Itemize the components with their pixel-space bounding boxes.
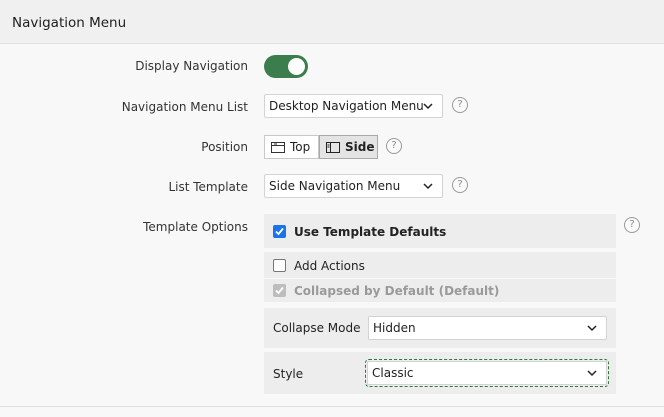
- display-navigation-toggle[interactable]: [264, 55, 308, 78]
- region-header: Navigation Menu: [0, 0, 664, 44]
- help-icon[interactable]: ?: [452, 97, 468, 113]
- chevron-down-icon: [423, 183, 433, 190]
- use-template-defaults-label: Use Template Defaults: [294, 225, 447, 239]
- collapse-mode-label: Collapse Mode: [273, 321, 361, 335]
- style-label: Style: [273, 367, 304, 381]
- style-select[interactable]: Classic: [365, 359, 609, 387]
- chevron-down-icon: [587, 370, 597, 377]
- position-top-label: Top: [290, 140, 311, 154]
- collapsed-by-default-checkbox: [273, 284, 286, 297]
- side-navigation-icon: [326, 142, 340, 153]
- list-template-value: Side Navigation Menu: [269, 179, 401, 193]
- list-template-select[interactable]: Side Navigation Menu: [264, 174, 443, 198]
- collapse-mode-select[interactable]: Hidden: [368, 316, 607, 340]
- help-icon[interactable]: ?: [624, 217, 640, 233]
- chevron-down-icon: [423, 103, 433, 110]
- help-icon[interactable]: ?: [386, 138, 402, 154]
- navigation-menu-list-select[interactable]: Desktop Navigation Menu: [264, 94, 443, 118]
- display-navigation-label: Display Navigation: [135, 59, 248, 73]
- style-group: Style Classic: [264, 352, 616, 394]
- position-label: Position: [201, 140, 248, 154]
- help-icon[interactable]: ?: [452, 177, 468, 193]
- collapse-mode-group: Collapse Mode Hidden: [264, 308, 616, 348]
- style-value: Classic: [372, 366, 414, 380]
- position-top-button[interactable]: Top: [264, 135, 319, 159]
- divider: [264, 278, 616, 279]
- use-template-defaults-checkbox[interactable]: [273, 225, 286, 238]
- position-side-label: Side: [345, 140, 375, 154]
- collapse-mode-value: Hidden: [373, 321, 416, 335]
- top-navigation-icon: [271, 142, 285, 153]
- region-title: Navigation Menu: [12, 15, 127, 31]
- navigation-menu-list-value: Desktop Navigation Menu: [269, 99, 424, 113]
- add-actions-checkbox[interactable]: [273, 259, 286, 272]
- collapsed-by-default-label: Collapsed by Default (Default): [294, 284, 500, 298]
- list-template-label: List Template: [168, 180, 248, 194]
- position-side-button[interactable]: Side: [319, 135, 378, 159]
- chevron-down-icon: [587, 325, 597, 332]
- template-options-label: Template Options: [143, 220, 248, 234]
- add-actions-label: Add Actions: [294, 259, 365, 273]
- checkmark-icon: [275, 227, 284, 236]
- divider: [0, 406, 664, 407]
- options-group: Add Actions Collapsed by Default (Defaul…: [264, 252, 616, 302]
- toggle-knob: [288, 58, 305, 75]
- checkmark-icon: [275, 286, 284, 295]
- navigation-menu-list-label: Navigation Menu List: [121, 100, 248, 114]
- use-defaults-group: Use Template Defaults: [264, 214, 616, 248]
